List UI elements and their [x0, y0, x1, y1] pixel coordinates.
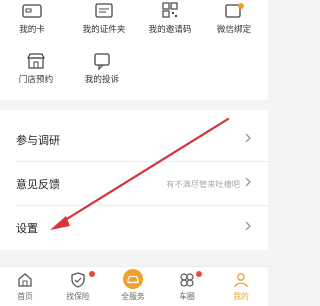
services-grid: 我的卡 我的证件夹 我的邀请码 微信绑定 门店预约 我的投诉: [0, 0, 268, 100]
shield-icon: [71, 272, 85, 288]
list-item-survey[interactable]: 参与调研: [0, 118, 268, 161]
list-item-label: 意见反馈: [16, 178, 60, 191]
grid-item-my-card[interactable]: 我的卡: [2, 2, 62, 35]
chevron-right-icon: [245, 177, 251, 187]
grid-item-my-complaint[interactable]: 我的投诉: [72, 52, 132, 85]
notification-badge: [89, 271, 95, 277]
tab-mine[interactable]: 我的: [216, 271, 266, 302]
tab-car-circle[interactable]: 车圈: [162, 271, 212, 302]
grid-label: 门店预约: [18, 75, 54, 85]
tab-label: 全服务: [121, 292, 145, 301]
grid-item-store-booking[interactable]: 门店预约: [6, 52, 66, 85]
grid-item-wechat-bind[interactable]: 微信绑定: [204, 2, 264, 35]
qrcode-icon: [162, 2, 178, 18]
grid-label: 我的卡: [19, 25, 45, 35]
tab-label: 找保险: [66, 292, 90, 301]
grid-label: 我的投诉: [84, 75, 120, 85]
card-icon: [22, 4, 42, 18]
wechat-bind-icon: [225, 3, 244, 18]
complaint-icon: [94, 53, 110, 70]
tab-label: 我的: [233, 292, 249, 301]
chevron-right-icon: [245, 133, 251, 143]
list-item-feedback[interactable]: 意见反馈 有不满尽管来吐槽吧: [0, 162, 268, 205]
tab-label: 首页: [17, 292, 33, 301]
circles-icon: [180, 273, 194, 287]
car-service-icon: [123, 269, 143, 289]
list-item-hint: 有不满尽管来吐槽吧: [166, 179, 240, 189]
home-icon: [18, 273, 32, 287]
list-item-settings[interactable]: 设置: [0, 206, 268, 249]
list-item-label: 设置: [16, 222, 38, 235]
tab-label: 车圈: [179, 292, 195, 301]
grid-item-invite-code[interactable]: 我的邀请码: [140, 2, 200, 35]
grid-item-my-id-folder[interactable]: 我的证件夹: [74, 2, 134, 35]
list-item-label: 参与调研: [16, 134, 60, 147]
tab-find-insurance[interactable]: 找保险: [53, 271, 103, 302]
notification-badge: [196, 271, 202, 277]
folder-icon: [95, 3, 113, 18]
chevron-right-icon: [245, 221, 251, 231]
tab-home[interactable]: 首页: [0, 271, 50, 302]
settings-list: 参与调研 意见反馈 有不满尽管来吐槽吧 设置: [0, 110, 268, 250]
tab-car-service[interactable]: 全服务: [108, 269, 158, 302]
grid-label: 我的邀请码: [148, 25, 192, 35]
grid-label: 我的证件夹: [82, 25, 126, 35]
grid-label: 微信绑定: [216, 25, 252, 35]
store-booking-icon: [27, 53, 45, 69]
profile-icon: [234, 273, 248, 288]
bottom-tab-bar: 首页 找保险 全服务 车圈 我的: [0, 266, 268, 306]
